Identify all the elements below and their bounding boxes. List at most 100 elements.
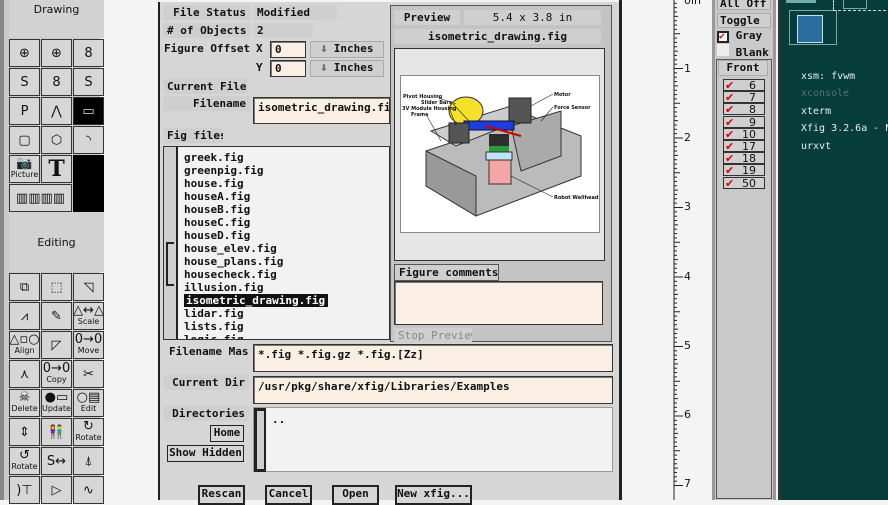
pager-window	[843, 0, 867, 9]
depth-checkbox[interactable]: ✔ 9	[723, 115, 765, 128]
polyline-tool-icon[interactable]: ⋀	[41, 97, 72, 125]
glue-compound-icon[interactable]: ⧉	[9, 273, 40, 301]
fig-files-list[interactable]: greek.fig greenpig.fig house.fig houseA.fig…	[163, 146, 390, 340]
file-list-item[interactable]: houseA.fig	[180, 190, 389, 203]
file-list-item[interactable]: house_plans.fig	[180, 255, 389, 268]
interp-spline-tool-icon[interactable]: S	[73, 68, 104, 96]
flip-horizontal-icon[interactable]: 👫	[41, 418, 72, 446]
files-scrollbar[interactable]	[164, 147, 178, 339]
file-list-item[interactable]: greek.fig	[180, 151, 389, 164]
directory-item-parent[interactable]: ..	[272, 413, 285, 426]
open-spline-tool-icon[interactable]: S	[9, 68, 40, 96]
x-units-menu[interactable]: ⇩ Inches	[310, 41, 384, 58]
depth-checkbox[interactable]: ✔ 19	[723, 164, 765, 177]
gray-checkbox[interactable]: ✔ Gray	[717, 29, 762, 43]
convert-icon[interactable]: S↔	[41, 447, 72, 475]
cut-icon[interactable]: ✎	[41, 302, 72, 330]
depth-checkbox[interactable]: ✔ 6	[723, 79, 765, 91]
stop-preview-button[interactable]: Stop Preview	[394, 328, 472, 343]
filename-input[interactable]: isometric_drawing.fig	[253, 97, 390, 124]
ruler-ticks	[673, 0, 683, 500]
depth-checkbox[interactable]: ✔ 18	[723, 152, 765, 166]
all-off-button[interactable]: All Off	[717, 0, 771, 10]
open-button[interactable]: Open	[332, 485, 379, 505]
move-point-icon[interactable]: ◸	[41, 331, 72, 359]
scale-tool[interactable]: △↔△ Scale	[73, 302, 104, 330]
file-list-item[interactable]: housecheck.fig	[180, 268, 389, 281]
pager-active-window[interactable]	[797, 15, 823, 43]
figure-comments-input[interactable]	[394, 281, 603, 325]
closed-interp-spline-tool-icon[interactable]: 8	[41, 68, 72, 96]
file-list-item[interactable]: houseC.fig	[180, 216, 389, 229]
depth-checkbox[interactable]: ✔ 8	[723, 103, 765, 116]
regular-polygon-tool-icon[interactable]: ⬡	[41, 126, 72, 154]
directories-list[interactable]: ..	[253, 407, 613, 472]
file-list-item[interactable]: house.fig	[180, 177, 389, 190]
arrow-mode-icon[interactable]: ⍋	[73, 447, 104, 475]
file-list-item[interactable]: lists.fig	[180, 320, 389, 333]
update-tool[interactable]: ●▭ Update	[41, 389, 72, 417]
depth-checkbox[interactable]: ✔ 17	[723, 140, 765, 152]
file-list-item[interactable]: greenpig.fig	[180, 164, 389, 177]
flip-vertical-icon[interactable]: ⇕	[9, 418, 40, 446]
file-list-item[interactable]: houseD.fig	[180, 229, 389, 242]
copy-tool[interactable]: 0→0 Copy	[41, 360, 72, 388]
show-hidden-button[interactable]: Show Hidden	[167, 445, 244, 462]
rotate-ccw-tool[interactable]: ↺ Rotate	[9, 447, 40, 475]
window-list-item[interactable]: xterm	[801, 106, 831, 117]
fig-files-label: Fig files	[163, 128, 223, 143]
rescan-button[interactable]: Rescan	[198, 485, 245, 505]
drawing-header: Drawing	[9, 0, 104, 38]
blank-checkbox[interactable]: Blank	[717, 44, 769, 60]
files-scrollbar-thumb[interactable]	[166, 242, 174, 286]
library-tool-icon[interactable]: ▥▥▥▥	[9, 184, 72, 212]
depth-checkbox[interactable]: ✔ 50	[723, 176, 765, 189]
cancel-button[interactable]: Cancel	[265, 485, 312, 505]
file-list-item[interactable]: isometric_drawing.fig	[180, 294, 389, 307]
x-label: X	[256, 42, 263, 55]
ellipse-radius-tool-icon[interactable]: ⊕	[9, 39, 40, 67]
rotate-cw-tool[interactable]: ↻ Rotate	[73, 418, 104, 446]
add-point-icon[interactable]: ⩘	[9, 302, 40, 330]
x-offset-input[interactable]: 0	[270, 41, 306, 58]
preview-image: Motor Force Sensor Pivot Housing Slider …	[400, 75, 600, 233]
y-offset-input[interactable]: 0	[270, 60, 306, 77]
home-button[interactable]: Home	[210, 425, 244, 442]
box-tool-icon[interactable]: ▭	[73, 97, 104, 125]
polygon-tool-icon[interactable]: P	[9, 97, 40, 125]
new-xfig-button[interactable]: New xfig...	[395, 485, 472, 505]
window-list-item[interactable]: urxvt	[801, 141, 831, 152]
depth-checkbox[interactable]: ✔ 7	[723, 91, 765, 104]
align-tool[interactable]: △▫○ Align	[9, 331, 40, 359]
move-tool[interactable]: 0→0 Move	[73, 331, 104, 359]
pager-desk[interactable]	[789, 10, 837, 45]
depth-checkbox[interactable]: ✔ 10	[723, 127, 765, 140]
delete-point-icon[interactable]: ⋏	[9, 360, 40, 388]
file-list-item[interactable]: logic.fig	[180, 333, 389, 339]
y-units-menu[interactable]: ⇩ Inches	[310, 60, 384, 77]
file-list-item[interactable]: lidar.fig	[180, 307, 389, 320]
edit-tool[interactable]: ○▤ Edit	[73, 389, 104, 417]
file-list-item[interactable]: houseB.fig	[180, 203, 389, 216]
ellipse-diameter-tool-icon[interactable]: ⊕	[41, 39, 72, 67]
open-compound-icon[interactable]: ◹	[73, 273, 104, 301]
closed-spline-tool-icon[interactable]: 8	[73, 39, 104, 67]
picture-tool[interactable]: 📷 Picture	[9, 155, 40, 183]
window-list-item[interactable]: Xfig 3.2.6a - No	[801, 123, 888, 134]
current-dir-input[interactable]: /usr/pkg/share/xfig/Libraries/Examples	[253, 376, 613, 404]
arc-tool-icon[interactable]: ◝	[73, 126, 104, 154]
rounded-box-tool-icon[interactable]: ▢	[9, 126, 40, 154]
text-tool-icon[interactable]: T	[41, 155, 72, 183]
update-icon: ●▭	[44, 390, 69, 405]
delete-tool[interactable]: ☠ Delete	[9, 389, 40, 417]
depth-value: 18	[742, 152, 756, 166]
file-list-item[interactable]: house_elev.fig	[180, 242, 389, 255]
break-compound-icon[interactable]: ⬚	[41, 273, 72, 301]
file-list-item[interactable]: illusion.fig	[180, 281, 389, 294]
toggle-button[interactable]: Toggle	[717, 13, 771, 28]
window-list-item[interactable]: xsm: fvwm	[801, 71, 855, 82]
scissors-icon[interactable]: ✂	[73, 360, 104, 388]
window-list-item[interactable]: xconsole	[801, 88, 849, 99]
dirs-scrollbar[interactable]	[254, 408, 266, 472]
filename-mask-input[interactable]: *.fig *.fig.gz *.fig.[Zz]	[253, 344, 613, 372]
